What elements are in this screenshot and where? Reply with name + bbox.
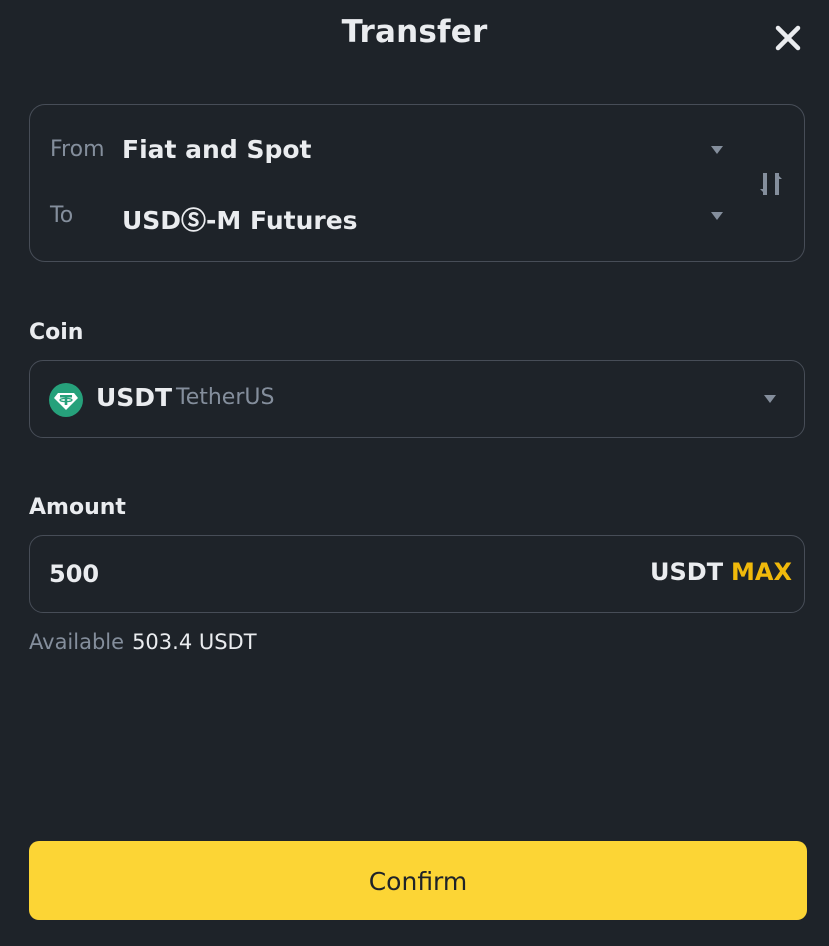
dialog-title: Transfer	[341, 14, 488, 50]
swap-accounts-button[interactable]	[758, 169, 784, 199]
transfer-dialog: Transfer From Fiat and Spot To USDⓈ-M Fu…	[0, 0, 829, 946]
amount-input[interactable]	[49, 554, 609, 594]
coin-name: TetherUS	[176, 385, 275, 410]
coin-select[interactable]: USDT TetherUS	[29, 360, 805, 438]
close-button[interactable]	[770, 20, 806, 56]
transfer-route-box: From Fiat and Spot To USDⓈ-M Futures	[29, 104, 805, 262]
chevron-down-icon	[764, 395, 776, 403]
confirm-button[interactable]: Confirm	[29, 841, 807, 920]
amount-unit: USDT	[650, 558, 724, 586]
to-label: To	[50, 203, 74, 228]
close-icon	[775, 25, 801, 51]
swap-icon	[760, 171, 782, 197]
available-balance: Available 503.4 USDT	[29, 630, 257, 654]
to-account-select[interactable]: To USDⓈ-M Futures	[30, 191, 740, 241]
available-value: 503.4 USDT	[132, 630, 257, 654]
coin-label: Coin	[29, 320, 84, 345]
chevron-down-icon	[711, 146, 723, 154]
coin-symbol: USDT	[96, 383, 173, 412]
chevron-down-icon	[711, 212, 723, 220]
max-button[interactable]: MAX	[731, 558, 792, 586]
from-account-value: Fiat and Spot	[122, 135, 312, 164]
from-account-select[interactable]: From Fiat and Spot	[30, 125, 740, 175]
amount-label: Amount	[29, 495, 126, 520]
to-account-value: USDⓈ-M Futures	[122, 206, 358, 235]
usdt-logo-icon	[49, 383, 83, 417]
available-label: Available	[29, 630, 125, 654]
from-label: From	[50, 137, 105, 162]
amount-field: USDT MAX	[29, 535, 805, 613]
